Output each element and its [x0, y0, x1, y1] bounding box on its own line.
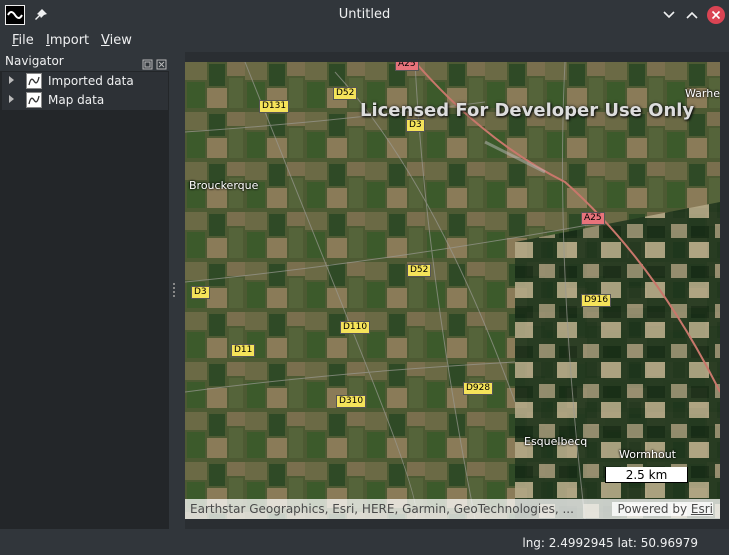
- float-dock-icon[interactable]: [142, 55, 153, 70]
- navigator-header: Navigator: [0, 52, 169, 71]
- road-label: D110: [340, 321, 371, 334]
- road-label: D310: [336, 395, 367, 408]
- road-label: D52: [407, 264, 432, 277]
- road-label: D3: [191, 286, 210, 299]
- attribution-text: Earthstar Geographics, Esri, HERE, Garmi…: [190, 502, 574, 516]
- road-label: D928: [463, 382, 494, 395]
- license-watermark: Licensed For Developer Use Only: [360, 100, 695, 121]
- road-label: D11: [231, 344, 256, 357]
- expand-arrow-icon[interactable]: [9, 95, 14, 103]
- layers-icon: [26, 73, 42, 89]
- road-label: D916: [581, 294, 612, 307]
- place-label: Brouckerque: [189, 179, 259, 192]
- scale-bar: 2.5 km: [605, 467, 688, 483]
- menu-import[interactable]: Import: [46, 33, 89, 48]
- esri-link[interactable]: Esri: [691, 502, 713, 516]
- tree-item-map-data[interactable]: Map data: [2, 91, 168, 110]
- road-label: A25: [395, 62, 419, 71]
- navigator-title: Navigator: [5, 54, 64, 68]
- tree-item-imported-data[interactable]: Imported data: [2, 72, 168, 91]
- close-icon: [711, 10, 721, 20]
- dock-splitter[interactable]: [169, 52, 185, 529]
- place-label: Warhe: [685, 87, 720, 100]
- close-dock-icon[interactable]: [156, 55, 167, 70]
- attribution-bar: Earthstar Geographics, Esri, HERE, Garmi…: [185, 499, 720, 519]
- window-title: Untitled: [338, 7, 391, 22]
- layers-icon: [26, 92, 42, 108]
- powered-by: Powered by Esri: [611, 502, 713, 516]
- place-label: Esquelbecq: [524, 435, 588, 448]
- map-view[interactable]: A25 D52 D131 D3 D3 A25 D52 D916 D110 D11…: [185, 62, 720, 519]
- title-bar: Untitled: [0, 0, 729, 30]
- minimize-button[interactable]: [660, 6, 678, 24]
- road-label: D52: [333, 87, 358, 100]
- coordinates-readout: lng: 2.4992945 lat: 50.96979: [522, 536, 698, 550]
- menu-bar: File Import View: [0, 30, 729, 52]
- road-label: D131: [259, 100, 290, 113]
- status-bar: lng: 2.4992945 lat: 50.96979: [0, 529, 729, 555]
- road-label: A25: [581, 212, 605, 225]
- place-label: Wormhout: [619, 448, 676, 461]
- tree-item-label: Imported data: [48, 74, 134, 88]
- navigator-panel: Navigator Imported data Map data: [0, 52, 169, 529]
- menu-view[interactable]: View: [101, 33, 132, 48]
- maximize-button[interactable]: [683, 6, 701, 24]
- expand-arrow-icon[interactable]: [9, 76, 14, 84]
- menu-file[interactable]: File: [12, 33, 34, 48]
- close-button[interactable]: [707, 6, 725, 24]
- tree-item-label: Map data: [48, 93, 105, 107]
